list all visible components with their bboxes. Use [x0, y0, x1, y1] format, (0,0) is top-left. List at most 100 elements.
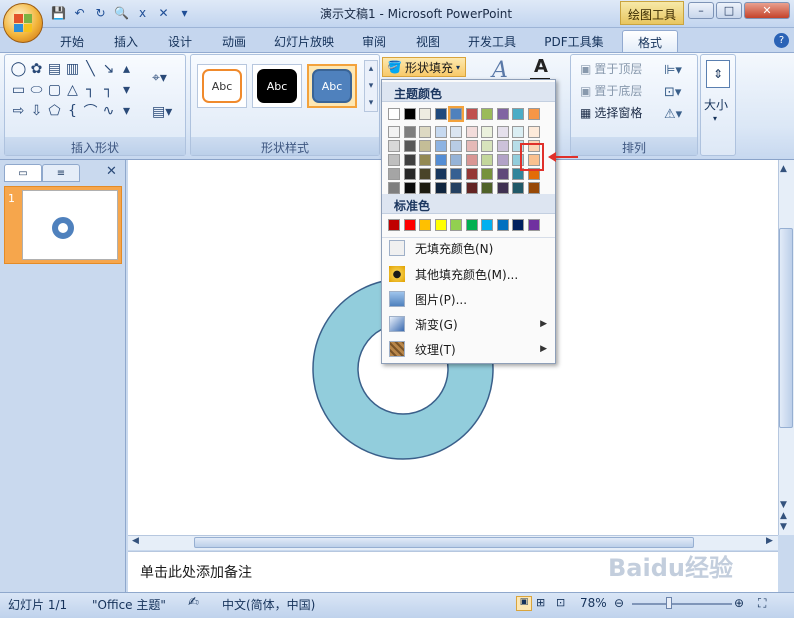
tab-slideshow[interactable]: 幻灯片放映: [266, 30, 342, 52]
expand-gallery-icon[interactable]: ▾: [118, 102, 135, 120]
theme-shade-swatch[interactable]: [419, 182, 431, 194]
texture-fill-item[interactable]: 纹理(T) ▶: [383, 337, 555, 361]
rectangle-icon[interactable]: ▭: [10, 81, 27, 99]
textbox-icon[interactable]: ▤: [46, 60, 63, 78]
selection-pane-button[interactable]: ▦ 选择窗格: [580, 104, 642, 121]
slides-tab[interactable]: ▭: [4, 164, 42, 182]
theme-shade-swatch[interactable]: [403, 182, 416, 194]
theme-shade-swatch[interactable]: [388, 154, 400, 166]
theme-shade-swatch[interactable]: [403, 126, 416, 138]
picture-fill-item[interactable]: 图片(P)...: [383, 287, 555, 311]
shape-gallery[interactable]: ◯ ✿ ▤ ▥ ╲ ↘ ▴ ▭ ⬭ ▢ △ ┐ ┐ ▾ ⇨ ⇩ ⬠{⌒ ∿ ▾: [10, 60, 135, 120]
arc-icon[interactable]: ⌒: [82, 102, 99, 120]
theme-shade-swatch[interactable]: [465, 154, 478, 166]
scroll-thumb[interactable]: [779, 228, 793, 428]
theme-color-swatch[interactable]: [527, 108, 540, 120]
theme-color-swatch[interactable]: [419, 108, 431, 120]
theme-color-swatch[interactable]: [403, 108, 416, 120]
curve-icon[interactable]: ∿: [100, 102, 117, 120]
theme-shade-swatch[interactable]: [450, 182, 462, 194]
minimize-button[interactable]: –: [688, 2, 714, 19]
theme-shade-swatch[interactable]: [403, 140, 416, 152]
theme-shade-swatch[interactable]: [496, 140, 509, 152]
triangle-icon[interactable]: △: [64, 81, 81, 99]
theme-shade-swatch[interactable]: [419, 168, 431, 180]
theme-shade-swatch[interactable]: [388, 168, 400, 180]
text-box-icon[interactable]: ▤▾: [152, 104, 172, 120]
superscript-icon[interactable]: x: [134, 5, 151, 22]
theme-color-swatch[interactable]: [434, 108, 447, 120]
standard-color-swatch[interactable]: [465, 219, 478, 231]
theme-shade-swatch[interactable]: [388, 126, 400, 138]
ellipse-icon[interactable]: ⬭: [28, 81, 45, 99]
office-button[interactable]: [3, 3, 43, 43]
help-icon[interactable]: ?: [774, 33, 789, 48]
shape-style-1[interactable]: Abc: [197, 64, 247, 108]
theme-shade-swatch[interactable]: [419, 140, 431, 152]
scroll-right-icon[interactable]: ▶: [766, 536, 773, 546]
tab-insert[interactable]: 插入: [104, 30, 148, 52]
theme-shade-swatch[interactable]: [450, 140, 462, 152]
standard-color-swatch[interactable]: [434, 219, 447, 231]
theme-shade-swatch[interactable]: [481, 154, 493, 166]
theme-color-swatch[interactable]: [481, 108, 493, 120]
outline-tab[interactable]: ≡: [42, 164, 80, 182]
theme-shade-swatch[interactable]: [388, 182, 400, 194]
theme-shade-swatch[interactable]: [465, 168, 478, 180]
arrow-line-icon[interactable]: ↘: [100, 60, 117, 78]
size-icon[interactable]: ⇕: [706, 60, 730, 88]
style-gallery-scroll[interactable]: ▴ ▾ ▾: [364, 60, 378, 112]
undo-icon[interactable]: ↶: [71, 5, 88, 22]
theme-color-swatch[interactable]: [388, 108, 400, 120]
scroll-left-icon[interactable]: ◀: [132, 536, 139, 546]
theme-shade-swatch[interactable]: [527, 126, 540, 138]
theme-shade-swatch[interactable]: [434, 140, 447, 152]
standard-color-swatch[interactable]: [450, 219, 462, 231]
theme-shade-swatch[interactable]: [496, 182, 509, 194]
curly-brace-icon[interactable]: {: [64, 102, 81, 120]
text-fill-icon[interactable]: A: [534, 56, 548, 77]
theme-shade-swatch[interactable]: [527, 182, 540, 194]
tab-home[interactable]: 开始: [50, 30, 94, 52]
hscroll-thumb[interactable]: [194, 537, 694, 548]
down-arrow-icon[interactable]: ⇩: [28, 102, 45, 120]
standard-color-swatch[interactable]: [419, 219, 431, 231]
zoom-in-icon[interactable]: ⊕: [734, 596, 744, 610]
standard-color-swatch[interactable]: [496, 219, 509, 231]
gear-shape-icon[interactable]: ✿: [28, 60, 45, 78]
more-shapes-icon[interactable]: ▴: [118, 60, 135, 78]
sorter-view-icon[interactable]: ⊞: [536, 596, 545, 609]
theme-shade-swatch[interactable]: [481, 182, 493, 194]
fit-window-icon[interactable]: ⛶: [758, 596, 766, 611]
rounded-rect-icon[interactable]: ▢: [46, 81, 63, 99]
gradient-fill-item[interactable]: 渐变(G) ▶: [383, 312, 555, 336]
theme-shade-swatch[interactable]: [434, 126, 447, 138]
theme-color-swatch[interactable]: [448, 106, 464, 122]
theme-shade-swatch[interactable]: [465, 182, 478, 194]
oval-icon[interactable]: ◯: [10, 60, 27, 78]
line-icon[interactable]: ╲: [82, 60, 99, 78]
tab-pdf-tools[interactable]: PDF工具集: [534, 30, 614, 52]
theme-shade-swatch[interactable]: [434, 168, 447, 180]
theme-shade-swatch[interactable]: [512, 182, 524, 194]
theme-shade-swatch[interactable]: [496, 168, 509, 180]
theme-shade-swatch[interactable]: [419, 126, 431, 138]
shape-fill-button[interactable]: 🪣 形状填充 ▾: [382, 57, 466, 77]
tab-format[interactable]: 格式: [622, 30, 678, 52]
right-arrow-icon[interactable]: ⇨: [10, 102, 27, 120]
theme-color-swatch[interactable]: [496, 108, 509, 120]
zoom-out-icon[interactable]: ⊖: [614, 596, 624, 610]
theme-shade-swatch[interactable]: [465, 126, 478, 138]
pentagon-icon[interactable]: ⬠: [46, 102, 63, 120]
maximize-button[interactable]: □: [716, 2, 742, 19]
zoom-thumb[interactable]: [666, 597, 672, 609]
shape-style-2[interactable]: Abc: [252, 64, 302, 108]
theme-shade-swatch[interactable]: [450, 126, 462, 138]
shape-style-3-selected[interactable]: Abc: [307, 64, 357, 108]
size-label[interactable]: 大小: [704, 96, 728, 113]
standard-color-swatch[interactable]: [512, 219, 524, 231]
theme-shade-swatch[interactable]: [419, 154, 431, 166]
tab-developer[interactable]: 开发工具: [460, 30, 524, 52]
theme-shade-swatch[interactable]: [465, 140, 478, 152]
theme-shade-swatch[interactable]: [450, 154, 462, 166]
